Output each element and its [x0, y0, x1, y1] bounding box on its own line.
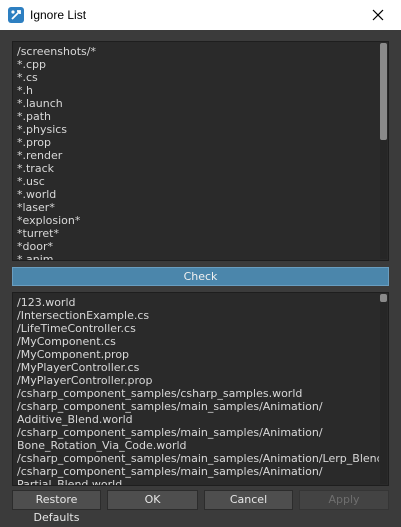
ignore-list-item[interactable]: *.render — [17, 149, 379, 162]
ignore-list-item[interactable]: *.cs — [17, 71, 379, 84]
ignore-list-scroll-thumb[interactable] — [380, 43, 387, 140]
ignore-list-item[interactable]: *.cpp — [17, 58, 379, 71]
ignore-list-item[interactable]: /screenshots/* — [17, 45, 379, 58]
ignore-list-item[interactable]: *.launch — [17, 97, 379, 110]
close-button[interactable] — [355, 0, 401, 30]
cancel-button[interactable]: Cancel — [204, 490, 293, 510]
results-list-item[interactable]: /MyPlayerController.prop — [17, 374, 379, 387]
ok-button[interactable]: OK — [107, 490, 198, 510]
ignore-list-item[interactable]: *.track — [17, 162, 379, 175]
results-list-item[interactable]: /MyComponent.cs — [17, 335, 379, 348]
ignore-list-item[interactable]: *laser* — [17, 201, 379, 214]
ignore-list-item[interactable]: *.prop — [17, 136, 379, 149]
ignore-list-item[interactable]: *.usc — [17, 175, 379, 188]
results-list-item[interactable]: /123.world — [17, 296, 379, 309]
ignore-list-item[interactable]: *.anim — [17, 253, 379, 260]
results-list-item[interactable]: /LifeTimeController.cs — [17, 322, 379, 335]
ignore-list-item[interactable]: *door* — [17, 240, 379, 253]
results-list-items[interactable]: /123.world/IntersectionExample.cs/LifeTi… — [13, 293, 379, 485]
ignore-list-editor[interactable]: /screenshots/* *.cpp *.cs *.h *.launch *.path… — [12, 41, 389, 261]
ignore-list-item[interactable]: *.h — [17, 84, 379, 97]
title-bar: Ignore List — [0, 0, 401, 30]
results-list-item[interactable]: Bone_Rotation_Via_Code.world — [17, 439, 379, 452]
results-list-item[interactable]: Additive_Blend.world — [17, 413, 379, 426]
apply-button: Apply — [299, 490, 389, 510]
results-list-item[interactable]: /csharp_component_samples/main_samples/A… — [17, 426, 379, 439]
ignore-list-item[interactable]: *.world — [17, 188, 379, 201]
results-list-item[interactable]: /csharp_component_samples/main_samples/A… — [17, 400, 379, 413]
results-list-item[interactable]: /MyComponent.prop — [17, 348, 379, 361]
ignore-list-item[interactable]: *.path — [17, 110, 379, 123]
results-list-scrollbar[interactable] — [380, 294, 387, 484]
results-list-item[interactable]: /csharp_component_samples/main_samples/A… — [17, 452, 379, 465]
check-button[interactable]: Check — [12, 267, 389, 286]
ignore-list-item[interactable]: *.physics — [17, 123, 379, 136]
ignore-list-item[interactable]: *turret* — [17, 227, 379, 240]
results-list-scroll-thumb[interactable] — [380, 294, 387, 302]
results-list-item[interactable]: /MyPlayerController.cs — [17, 361, 379, 374]
results-list-item[interactable]: /IntersectionExample.cs — [17, 309, 379, 322]
ignore-list-scrollbar[interactable] — [380, 43, 387, 259]
ignore-list-items[interactable]: /screenshots/* *.cpp *.cs *.h *.launch *.path… — [13, 42, 379, 260]
restore-defaults-button[interactable]: Restore Defaults — [12, 490, 101, 524]
results-list[interactable]: /123.world/IntersectionExample.cs/LifeTi… — [12, 292, 389, 486]
results-list-item[interactable]: /csharp_component_samples/csharp_samples… — [17, 387, 379, 400]
results-list-item[interactable]: Partial_Blend.world — [17, 478, 379, 485]
results-list-item[interactable]: /csharp_component_samples/main_samples/A… — [17, 465, 379, 478]
app-icon — [8, 7, 24, 23]
close-icon[interactable] — [372, 9, 384, 21]
ignore-list-item[interactable]: *explosion* — [17, 214, 379, 227]
window-title: Ignore List — [30, 8, 87, 22]
